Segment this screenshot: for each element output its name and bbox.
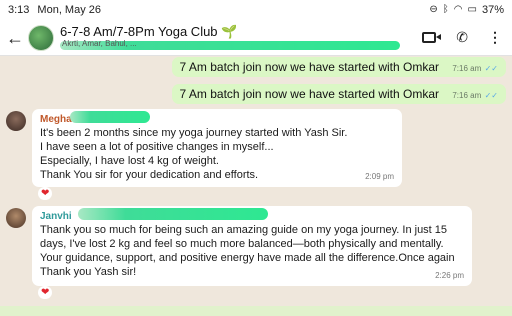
message-time: 7:16 am [452, 91, 482, 100]
next-message-partial [0, 306, 512, 316]
status-time: 3:13 [8, 4, 30, 16]
message-time: 2:26 pm [435, 271, 464, 280]
battery-icon: ▭ [467, 4, 477, 15]
more-menu-icon[interactable]: ⋮ [488, 30, 502, 44]
group-avatar[interactable] [28, 25, 54, 51]
message-line: Thank you Yash sir! [40, 266, 137, 278]
heart-reaction-icon[interactable]: ❤ [38, 286, 53, 299]
back-arrow-icon[interactable]: ← [6, 29, 24, 47]
bluetooth-icon: ᛒ [442, 4, 449, 15]
message-text: 7 Am batch join now we have started with… [179, 60, 439, 74]
message-line: days, I've lost 2 kg and feel so much mo… [40, 238, 444, 250]
group-members: Akrti, Amar, Bahul, ... [62, 39, 137, 48]
outgoing-message[interactable]: 7 Am batch join now we have started with… [171, 84, 506, 104]
message-line: Your guidance, support, and positive ene… [40, 252, 455, 264]
read-receipt-icon: ✓✓ [484, 91, 498, 100]
sender-avatar[interactable] [6, 208, 26, 228]
phone-redaction [70, 111, 150, 123]
chat-area: 7 Am batch join now we have started with… [0, 56, 512, 316]
status-bar: 3:13 Mon, May 26 ⊖ ᛒ ◠ ▭ 37% [0, 0, 512, 22]
message-text: 7 Am batch join now we have started with… [179, 87, 439, 101]
message-line: Especially, I have lost 4 kg of weight. [40, 155, 219, 167]
message-line: I have seen a lot of positive changes in… [40, 141, 274, 153]
heart-reaction-icon[interactable]: ❤ [38, 187, 53, 200]
message-line: It's been 2 months since my yoga journey… [40, 127, 348, 139]
wifi-icon: ◠ [453, 4, 463, 15]
phone-call-icon[interactable]: ✆ [456, 30, 468, 44]
message-time: 2:09 pm [365, 172, 394, 181]
phone-redaction [78, 208, 268, 220]
video-call-icon[interactable] [422, 31, 442, 43]
message-time: 7:16 am [452, 64, 482, 73]
battery-percentage: 37% [481, 4, 504, 16]
outgoing-message[interactable]: 7 Am batch join now we have started with… [171, 57, 506, 77]
status-date: Mon, May 26 [37, 4, 102, 16]
sender-avatar[interactable] [6, 111, 26, 131]
message-line: Thank you so much for being such an amaz… [40, 224, 448, 236]
group-title[interactable]: 6-7-8 Am/7-8Pm Yoga Club 🌱 [60, 24, 237, 40]
do-not-disturb-icon: ⊖ [429, 4, 438, 15]
read-receipt-icon: ✓✓ [484, 64, 498, 73]
chat-header: ← 6-7-8 Am/7-8Pm Yoga Club 🌱 Akrti, Amar… [0, 22, 512, 56]
message-line: Thank You sir for your dedication and ef… [40, 169, 259, 181]
